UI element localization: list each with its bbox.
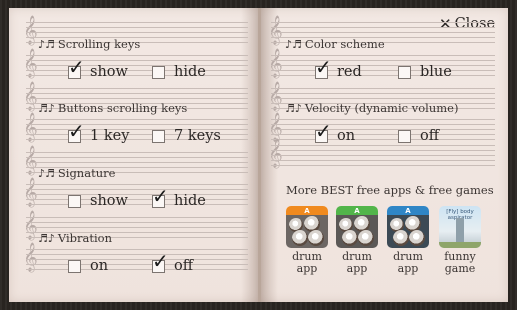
checkmark-icon: ✓	[315, 54, 332, 79]
treble-clef-icon: 𝄞	[268, 138, 283, 167]
signature-hide-option[interactable]: ✓ hide	[152, 186, 206, 211]
treble-clef-icon: 𝄞	[23, 145, 38, 174]
checkmark-icon: ✓	[152, 183, 169, 208]
checkbox[interactable]	[398, 65, 411, 79]
color-scheme-blue-option[interactable]: blue	[398, 62, 452, 82]
checkmark-icon: ✓	[152, 248, 169, 273]
section-title-signature: ♪♬ Signature	[38, 166, 116, 180]
music-note-icon: ♬♪	[38, 232, 55, 245]
treble-clef-icon: 𝄞	[268, 81, 283, 110]
checkbox[interactable]	[68, 259, 81, 273]
music-note-icon: ♪♬	[38, 167, 55, 180]
section-title-buttons-scrolling-keys: ♬♪ Buttons scrolling keys	[38, 101, 188, 115]
vibration-off-option[interactable]: ✓ off	[152, 251, 193, 276]
book-spine	[258, 8, 261, 302]
checkmark-icon: ✓	[68, 54, 85, 79]
music-staff: 𝄞	[268, 49, 495, 77]
music-note-icon: ♬♪	[285, 102, 302, 115]
app-label: funny game	[444, 250, 476, 275]
treble-clef-icon: 𝄞	[23, 112, 38, 141]
section-title-velocity: ♬♪ Velocity (dynamic volume)	[285, 101, 459, 115]
section-title-scrolling-keys: ♪♬ Scrolling keys	[38, 37, 141, 51]
section-title-vibration: ♬♪ Vibration	[38, 231, 113, 245]
drum-app-green-icon: A	[336, 206, 378, 248]
treble-clef-icon: 𝄞	[23, 242, 38, 271]
checkbox[interactable]	[152, 65, 165, 79]
treble-clef-icon: 𝄞	[23, 48, 38, 77]
app-link-drum-blue[interactable]: A drum app	[384, 206, 432, 275]
treble-clef-icon: 𝄞	[23, 177, 38, 206]
checkbox[interactable]: ✓	[68, 57, 85, 79]
treble-clef-icon: 𝄞	[23, 81, 38, 110]
checkbox[interactable]: ✓	[152, 186, 169, 208]
music-note-icon: ♪♬	[38, 38, 55, 51]
app-link-drum-green[interactable]: A drum app	[333, 206, 381, 275]
app-label: drum app	[292, 250, 322, 275]
buttons-scrolling-7-keys-option[interactable]: 7 keys	[152, 126, 221, 146]
vibration-on-option[interactable]: on	[68, 256, 108, 276]
music-staff: 𝄞	[23, 49, 248, 77]
checkbox[interactable]: ✓	[152, 251, 169, 273]
music-staff: 𝄞	[23, 178, 248, 206]
buttons-scrolling-1-key-option[interactable]: ✓ 1 key	[68, 121, 129, 146]
music-note-icon: ♪♬	[285, 38, 302, 51]
app-label: drum app	[393, 250, 423, 275]
scrolling-keys-hide-option[interactable]: hide	[152, 62, 206, 82]
app-link-drum-orange[interactable]: A drum app	[283, 206, 331, 275]
treble-clef-icon: 𝄞	[23, 15, 38, 44]
more-apps-title: More BEST free apps & free games	[286, 183, 494, 197]
app-link-funny-game[interactable]: [Fly] body aspirator funnygame	[436, 206, 484, 275]
music-staff: 𝄞	[268, 113, 495, 141]
music-staff: 𝄞	[268, 139, 495, 167]
app-label: drum app	[342, 250, 372, 275]
color-scheme-red-option[interactable]: ✓ red	[315, 57, 362, 82]
funny-game-icon: [Fly] body aspirator	[439, 206, 481, 248]
checkbox[interactable]: ✓	[315, 121, 332, 143]
section-title-color-scheme: ♪♬ Color scheme	[285, 37, 385, 51]
checkbox[interactable]	[68, 194, 81, 208]
scrolling-keys-show-option[interactable]: ✓ show	[68, 57, 128, 82]
treble-clef-icon: 𝄞	[23, 210, 38, 239]
checkbox[interactable]: ✓	[68, 121, 85, 143]
drum-app-blue-icon: A	[387, 206, 429, 248]
music-note-icon: ♬♪	[38, 102, 55, 115]
music-staff: 𝄞	[23, 243, 248, 271]
treble-clef-icon: 𝄞	[268, 48, 283, 77]
checkmark-icon: ✓	[68, 118, 85, 143]
treble-clef-icon: 𝄞	[268, 15, 283, 44]
checkbox[interactable]: ✓	[315, 57, 332, 79]
checkmark-icon: ✓	[315, 118, 332, 143]
treble-clef-icon: 𝄞	[268, 112, 283, 141]
signature-show-option[interactable]: show	[68, 191, 128, 211]
drum-app-orange-icon: A	[286, 206, 328, 248]
checkbox[interactable]	[398, 129, 411, 143]
checkbox[interactable]	[152, 129, 165, 143]
